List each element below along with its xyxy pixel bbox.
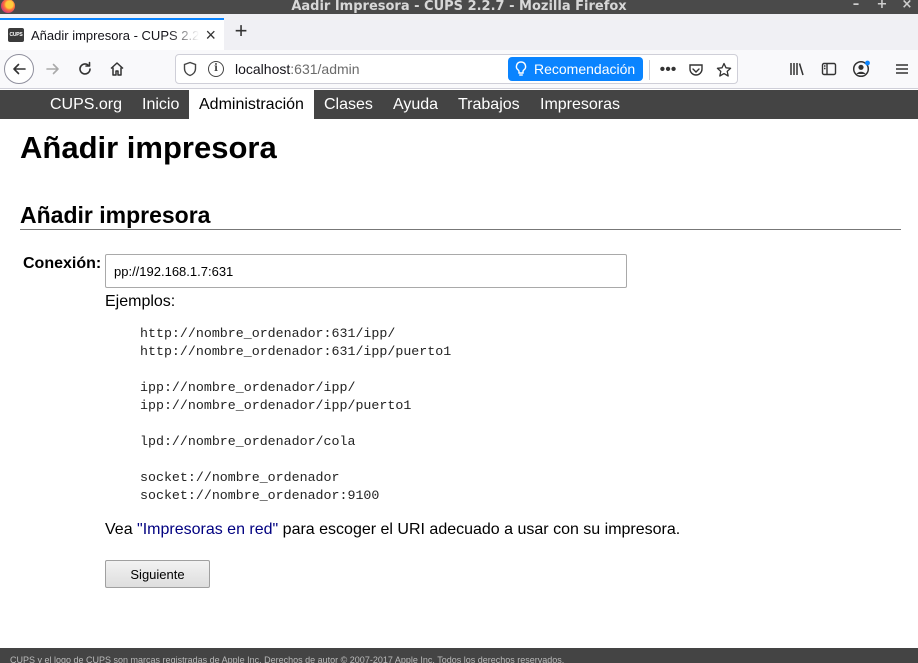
library-icon[interactable] — [786, 58, 808, 80]
example-spacer — [140, 451, 451, 469]
tab-strip: CUPS Añadir impresora - CUPS 2.2.7 × + — [0, 14, 918, 50]
firefox-logo-icon — [1, 0, 15, 13]
network-printers-link[interactable]: "Impresoras en red" — [137, 521, 278, 538]
recommendation-label: Recomendación — [534, 61, 636, 77]
tab-active[interactable]: CUPS Añadir impresora - CUPS 2.2.7 × — [0, 18, 224, 50]
cups-favicon-icon: CUPS — [8, 28, 24, 42]
url-bar[interactable]: i localhost:631/admin Recomendación ••• — [175, 54, 738, 84]
back-button[interactable] — [4, 54, 34, 84]
section-title: Añadir impresora — [20, 202, 211, 228]
url-separator — [649, 60, 650, 80]
window-title: Aadir Impresora - CUPS 2.2.7 - Mozilla F… — [291, 0, 627, 14]
account-icon[interactable] — [850, 58, 872, 80]
reload-button[interactable] — [70, 54, 100, 84]
minimize-icon[interactable]: – — [849, 0, 863, 12]
url-text[interactable]: localhost:631/admin — [235, 61, 360, 78]
home-icon — [110, 62, 124, 76]
hamburger-menu-icon[interactable] — [891, 58, 913, 80]
page-title: Añadir impresora — [20, 130, 277, 165]
example-spacer — [140, 415, 451, 433]
sidebar-icon[interactable] — [818, 58, 840, 80]
example-uri: socket://nombre_ordenador:9100 — [140, 488, 380, 503]
window-titlebar: Aadir Impresora - CUPS 2.2.7 - Mozilla F… — [0, 0, 918, 14]
new-tab-plus-icon[interactable]: + — [230, 20, 252, 42]
connection-input[interactable] — [105, 254, 627, 288]
examples-label: Ejemplos: — [105, 293, 176, 310]
nav-cups-org[interactable]: CUPS.org — [40, 90, 132, 119]
section-divider — [20, 229, 901, 230]
back-arrow-icon — [13, 63, 26, 75]
nav-ayuda[interactable]: Ayuda — [383, 90, 448, 119]
nav-trabajos[interactable]: Trabajos — [448, 90, 530, 119]
nav-toolbar: i localhost:631/admin Recomendación ••• — [0, 50, 918, 89]
example-uri: ipp://nombre_ordenador/ipp/puerto1 — [140, 398, 412, 413]
bookmark-star-icon[interactable] — [713, 59, 735, 81]
site-info-icon[interactable]: i — [208, 61, 224, 77]
reload-icon — [79, 61, 91, 75]
recommendation-button[interactable]: Recomendación — [508, 57, 644, 81]
home-button[interactable] — [102, 54, 132, 84]
tracking-shield-icon[interactable] — [182, 61, 198, 77]
close-window-icon[interactable]: × — [900, 0, 914, 12]
nav-administracion[interactable]: Administración — [189, 90, 314, 119]
hint-prefix: Vea — [105, 521, 138, 538]
examples-list: http://nombre_ordenador:631/ipp/ http://… — [140, 325, 451, 505]
example-uri: lpd://nombre_ordenador/cola — [140, 434, 356, 449]
connection-label: Conexión: — [23, 255, 102, 272]
example-spacer — [140, 361, 451, 379]
cups-navigation: CUPS.org Inicio Administración Clases Ay… — [0, 90, 918, 119]
lightbulb-icon — [515, 61, 527, 76]
url-host: localhost — [235, 61, 291, 77]
example-uri: http://nombre_ordenador:631/ipp/puerto1 — [140, 344, 452, 359]
pocket-icon[interactable] — [685, 59, 707, 81]
nav-inicio[interactable]: Inicio — [132, 90, 189, 119]
next-button[interactable]: Siguiente — [105, 560, 210, 588]
tab-close-icon[interactable]: × — [205, 26, 216, 44]
url-path: :631/admin — [290, 61, 360, 77]
example-uri: socket://nombre_ordenador — [140, 470, 340, 485]
maximize-icon[interactable]: + — [875, 0, 889, 12]
tab-title: Añadir impresora - CUPS 2.2.7 — [31, 27, 199, 43]
example-uri: ipp://nombre_ordenador/ipp/ — [140, 380, 356, 395]
example-uri: http://nombre_ordenador:631/ipp/ — [140, 326, 396, 341]
nav-clases[interactable]: Clases — [314, 90, 383, 119]
hint-suffix: para escoger el URI adecuado a usar con … — [278, 521, 681, 538]
network-printers-hint: Vea "Impresoras en red" para escoger el … — [105, 521, 680, 539]
page-actions-icon[interactable]: ••• — [657, 59, 679, 81]
nav-impresoras[interactable]: Impresoras — [530, 90, 630, 119]
forward-button[interactable] — [38, 54, 68, 84]
page-footer: CUPS y el logo de CUPS son marcas regist… — [0, 648, 918, 663]
forward-arrow-icon — [46, 63, 59, 75]
